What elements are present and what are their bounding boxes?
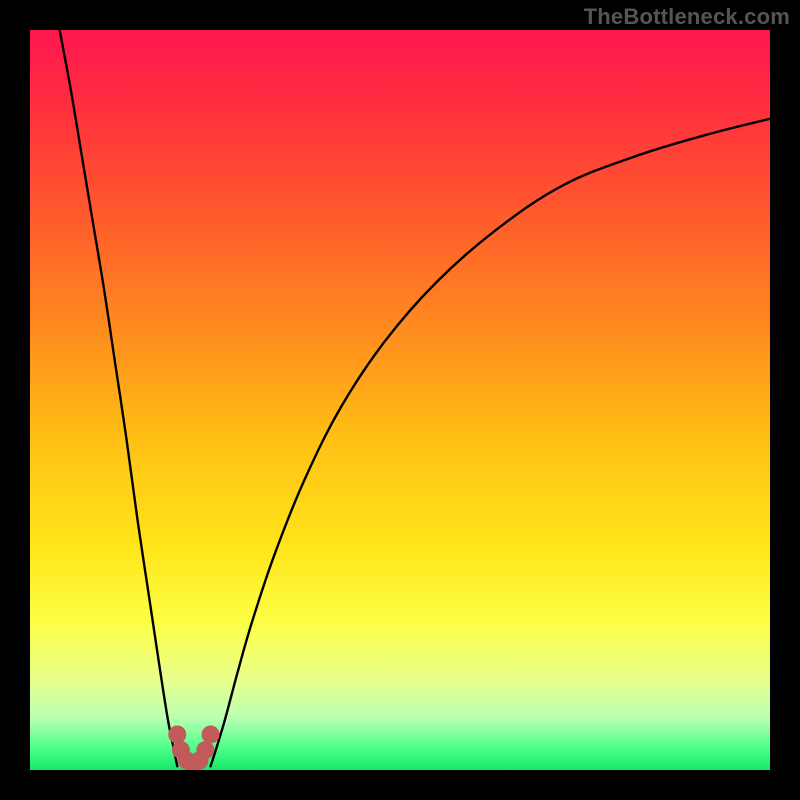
chart-plot-area <box>30 30 770 770</box>
bottleneck-chart <box>30 30 770 770</box>
watermark-text: TheBottleneck.com <box>584 4 790 30</box>
u-marker-dot <box>168 725 186 743</box>
u-marker-dot <box>196 741 214 759</box>
u-marker-dot <box>202 725 220 743</box>
chart-stage: TheBottleneck.com <box>0 0 800 800</box>
